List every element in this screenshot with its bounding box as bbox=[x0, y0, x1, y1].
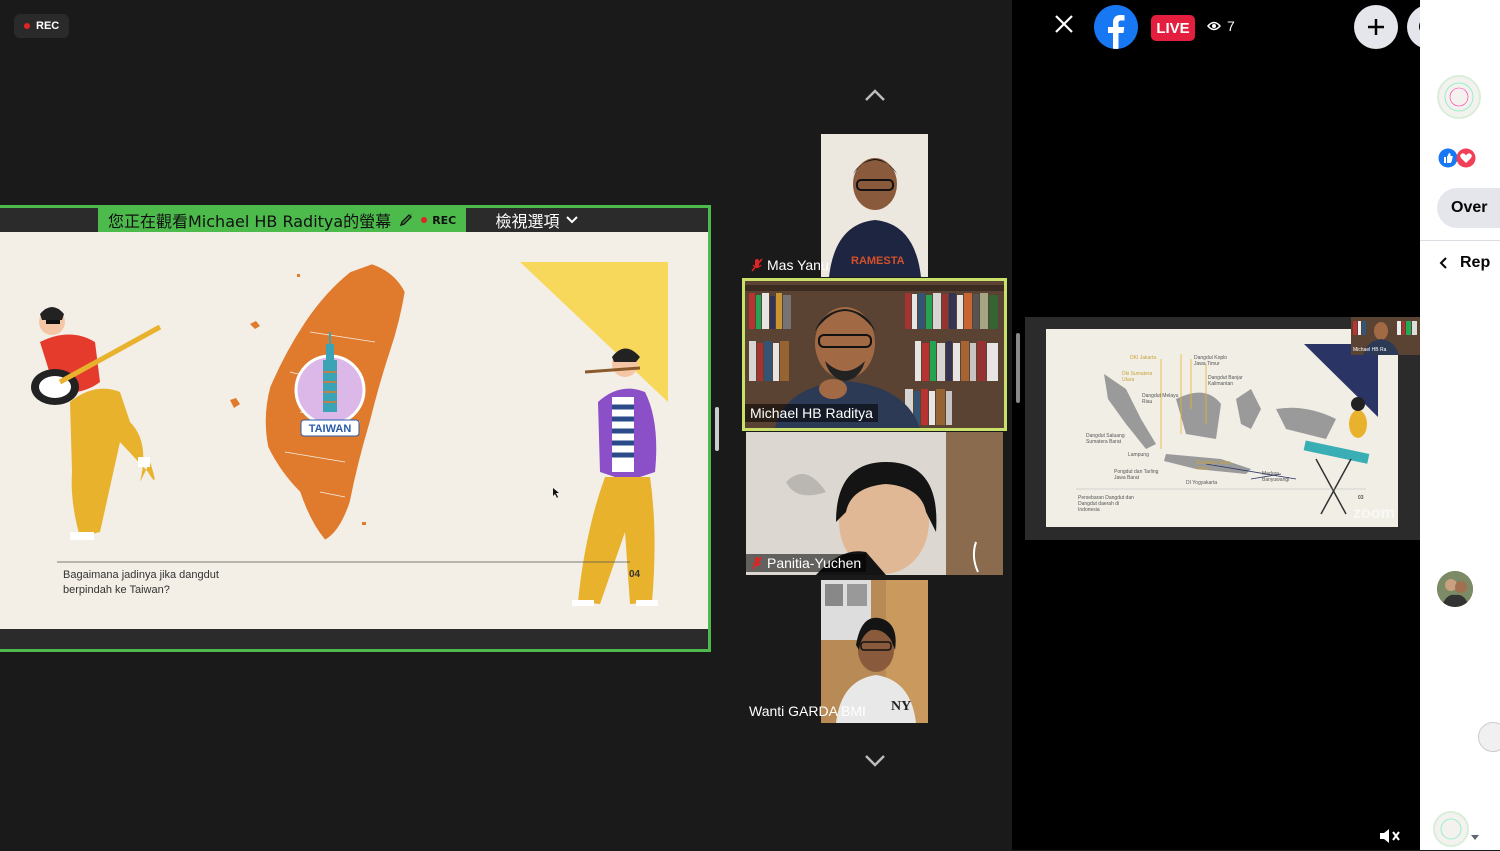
commenter-avatar[interactable] bbox=[1437, 571, 1473, 607]
composer-avatar[interactable] bbox=[1433, 811, 1469, 847]
chevron-left-icon bbox=[1439, 257, 1447, 269]
map-label: Dangdut Melayu Riau bbox=[1142, 393, 1179, 405]
facebook-side-panel: Over Rep bbox=[1420, 0, 1500, 850]
zoom-meeting-area: REC 您正在觀看Michael HB Raditya的螢幕 REC 檢視選項 bbox=[0, 0, 1012, 850]
caret-down-icon[interactable] bbox=[1470, 834, 1480, 842]
record-dot-icon bbox=[24, 23, 30, 29]
partial-avatar[interactable] bbox=[1478, 722, 1500, 752]
participant-name-label: Mas Yanu bbox=[767, 257, 829, 273]
eye-icon bbox=[1207, 21, 1221, 31]
replies-label: Rep bbox=[1460, 254, 1491, 271]
participant-video-mas-yanu: RAMESTA bbox=[821, 134, 928, 277]
svg-text:NY: NY bbox=[891, 699, 911, 714]
slide-note: Persebaran Dangdut dan Dangdut daerah di… bbox=[1078, 495, 1134, 513]
scroll-down-button[interactable] bbox=[864, 751, 886, 774]
side-divider bbox=[1420, 240, 1500, 241]
overview-tab[interactable]: Over bbox=[1437, 188, 1500, 228]
map-label: DKI Jakarta bbox=[1130, 355, 1157, 361]
live-badge: LIVE bbox=[1151, 15, 1195, 41]
chevron-up-icon bbox=[865, 89, 885, 101]
map-label: Surabaya Jawa Timur bbox=[1196, 460, 1231, 472]
map-label: Dki Sumatera Utara bbox=[1122, 371, 1153, 383]
participant-tile-mas-yanu[interactable]: RAMESTA bbox=[821, 134, 928, 277]
live-video-slide: DKI Jakarta Dangdut Koplo Jawa Timur Dki… bbox=[1046, 329, 1398, 527]
recording-label: REC bbox=[36, 20, 60, 32]
replies-header[interactable]: Rep bbox=[1438, 254, 1490, 272]
mute-button[interactable] bbox=[1378, 826, 1402, 851]
speaker-muted-icon bbox=[1380, 829, 1400, 843]
chevron-down-icon bbox=[565, 216, 578, 224]
scroll-up-button[interactable] bbox=[864, 85, 886, 108]
map-label: DI Yogyakarta bbox=[1186, 480, 1218, 486]
speaker-thumbnail-name: Michael HB Ra bbox=[1353, 347, 1387, 353]
facebook-logo[interactable] bbox=[1094, 5, 1138, 49]
share-rec-indicator: REC bbox=[421, 214, 456, 227]
page-avatar[interactable] bbox=[1437, 75, 1481, 119]
slide-caption-line2: berpindah ke Taiwan? bbox=[63, 584, 170, 596]
slide-caption-line1: Bagaimana jadinya jika dangdut bbox=[63, 569, 219, 581]
live-divider-handle[interactable] bbox=[1016, 333, 1020, 403]
heart-icon bbox=[1456, 148, 1476, 168]
speaker-thumbnail: Michael HB Ra bbox=[1351, 317, 1420, 355]
view-options-button[interactable]: 檢視選項 bbox=[468, 208, 605, 232]
commenter-photo-icon bbox=[1437, 571, 1473, 607]
map-label: Dangdut Saluang Sumatera Barat bbox=[1086, 433, 1125, 445]
share-banner: 您正在觀看Michael HB Raditya的螢幕 REC bbox=[98, 208, 467, 232]
zoom-watermark: zoom bbox=[1353, 505, 1395, 522]
reaction-summary[interactable] bbox=[1438, 148, 1476, 168]
share-banner-text: 您正在觀看Michael HB Raditya的螢幕 bbox=[108, 212, 392, 231]
avatar-image-icon bbox=[1440, 818, 1462, 840]
taiwan-badge-label: TAIWAN bbox=[308, 423, 352, 435]
plus-icon bbox=[1368, 19, 1384, 35]
pencil-icon[interactable] bbox=[399, 213, 413, 227]
map-label: Dangdut Banjar Kalimantan bbox=[1208, 375, 1243, 387]
shirt-print: RAMESTA bbox=[851, 255, 905, 267]
like-icon bbox=[1438, 148, 1458, 168]
chevron-down-icon bbox=[865, 755, 885, 767]
record-dot-icon bbox=[421, 217, 428, 223]
shared-screen[interactable]: 您正在觀看Michael HB Raditya的螢幕 REC 檢視選項 TAIW… bbox=[0, 205, 711, 652]
participant-name-yuchen: Panitia-Yuchen bbox=[746, 554, 867, 572]
presentation-slide: TAIWAN Bagaimana jadinya jika dangdut be… bbox=[0, 232, 708, 629]
live-video-player[interactable]: DKI Jakarta Dangdut Koplo Jawa Timur Dki… bbox=[1025, 317, 1420, 540]
close-button[interactable] bbox=[1052, 12, 1076, 40]
viewer-count: 7 bbox=[1207, 18, 1235, 34]
map-label: Dangdut Koplo Jawa Timur bbox=[1194, 355, 1228, 367]
facebook-logo-icon bbox=[1094, 5, 1138, 49]
map-label: Madura Banyuwangi bbox=[1262, 471, 1290, 483]
map-label: Lampung bbox=[1128, 452, 1149, 458]
share-rec-label: REC bbox=[432, 213, 457, 227]
participant-name-mas-yanu: Mas Yanu bbox=[746, 256, 834, 274]
avatar-image-icon bbox=[1444, 82, 1474, 112]
create-button[interactable] bbox=[1354, 5, 1398, 49]
share-resize-handle[interactable] bbox=[715, 407, 719, 451]
map-label: Pongdut dan Tarling Jawa Barat bbox=[1114, 469, 1159, 481]
participant-name-wanti: Wanti GARDA BMI bbox=[744, 702, 871, 720]
participant-name-label: Wanti GARDA BMI bbox=[749, 703, 866, 719]
slide-page-number: 03 bbox=[1358, 495, 1364, 501]
slide-page-number: 04 bbox=[629, 569, 641, 580]
slide-caption: Bagaimana jadinya jika dangdut berpindah… bbox=[63, 568, 219, 598]
participant-name-michael: Michael HB Raditya bbox=[745, 404, 878, 422]
participant-name-label: Panitia-Yuchen bbox=[767, 555, 862, 571]
mic-muted-icon bbox=[751, 556, 763, 570]
recording-indicator[interactable]: REC bbox=[14, 14, 70, 38]
close-icon bbox=[1055, 15, 1073, 33]
participant-name-label: Michael HB Raditya bbox=[750, 405, 873, 421]
view-options-label: 檢視選項 bbox=[495, 212, 560, 231]
viewer-count-value: 7 bbox=[1227, 18, 1235, 34]
mic-muted-icon bbox=[751, 258, 763, 272]
